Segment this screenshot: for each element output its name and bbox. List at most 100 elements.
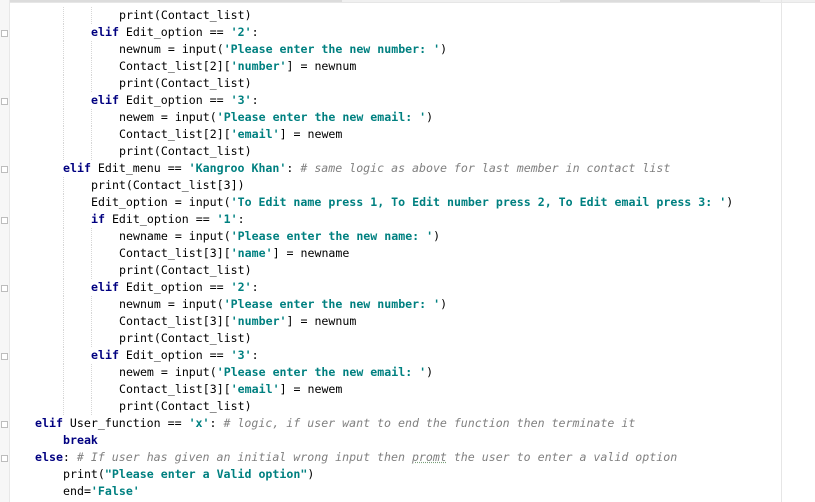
- code-line[interactable]: newnum = input('Please enter the new num…: [119, 296, 447, 313]
- code-line[interactable]: newem = input('Please enter the new emai…: [119, 364, 433, 381]
- indent-guide: [63, 262, 64, 279]
- code-text: Contact_list[2][: [119, 59, 231, 73]
- code-line[interactable]: elif Edit_menu == 'Kangroo Khan': # same…: [63, 160, 670, 177]
- code-text: print(Contact_list): [119, 144, 252, 158]
- code-line[interactable]: print(Contact_list): [119, 262, 252, 279]
- code-text: User_function ==: [62, 416, 189, 430]
- code-line[interactable]: Contact_list[3]['number'] = newnum: [119, 313, 356, 330]
- code-line[interactable]: newname = input('Please enter the new na…: [119, 228, 440, 245]
- code-line[interactable]: Contact_list[3]['name'] = newname: [119, 245, 349, 262]
- comment: # logic, if user want to end the functio…: [223, 416, 636, 430]
- indent-guide: [63, 330, 64, 347]
- keyword: elif: [63, 161, 91, 175]
- fold-marker-icon[interactable]: [1, 217, 8, 224]
- code-text: ): [426, 110, 434, 124]
- string-literal: 'To Edit name press 1, To Edit number pr…: [230, 195, 727, 209]
- indent-guide: [91, 228, 92, 245]
- comment: # If user has given an initial wrong inp…: [76, 450, 412, 464]
- indent-guide: [63, 126, 64, 143]
- code-text: print(Contact_list): [119, 331, 252, 345]
- fold-marker-icon[interactable]: [1, 353, 8, 360]
- code-text: print(Contact_list): [119, 8, 252, 22]
- string-literal: 'Please enter the new number: ': [223, 42, 441, 56]
- code-text: Edit_option ==: [118, 93, 231, 107]
- string-literal: '1': [216, 212, 238, 226]
- code-text: newnum = input(: [119, 42, 224, 56]
- indent-guide: [63, 194, 64, 211]
- fold-marker-icon[interactable]: [1, 98, 8, 105]
- code-line[interactable]: elif Edit_option == '3':: [91, 92, 259, 109]
- code-text: Edit_menu ==: [90, 161, 189, 175]
- code-line[interactable]: break: [63, 432, 98, 449]
- code-editor[interactable]: print(Contact_list) elif Edit_option == '…: [9, 0, 781, 502]
- code-text: newname = input(: [119, 229, 231, 243]
- code-line[interactable]: print(Contact_list): [119, 330, 252, 347]
- code-line[interactable]: print(Contact_list): [119, 75, 252, 92]
- indent-guide: [63, 381, 64, 398]
- code-line[interactable]: print(Contact_list): [119, 7, 252, 24]
- code-line[interactable]: Contact_list[2]['email'] = newem: [119, 126, 342, 143]
- fold-marker-icon[interactable]: [1, 30, 8, 37]
- code-line[interactable]: elif Edit_option == '2':: [91, 24, 259, 41]
- code-line[interactable]: elif Edit_option == '2':: [91, 279, 259, 296]
- code-text: :: [251, 93, 259, 107]
- code-text: Edit_option ==: [104, 212, 217, 226]
- code-line[interactable]: if Edit_option == '1':: [91, 211, 245, 228]
- code-line[interactable]: end='False': [63, 483, 140, 500]
- code-line[interactable]: Contact_list[3]['email'] = newem: [119, 381, 342, 398]
- fold-marker-icon[interactable]: [1, 166, 8, 173]
- indent-guide: [63, 364, 64, 381]
- code-text: :: [286, 161, 301, 175]
- string-literal: '3': [230, 93, 252, 107]
- fold-marker-icon[interactable]: [1, 421, 8, 428]
- code-line[interactable]: elif Edit_option == '3':: [91, 347, 259, 364]
- code-line[interactable]: print(Contact_list): [119, 143, 252, 160]
- code-line[interactable]: newem = input('Please enter the new emai…: [119, 109, 433, 126]
- code-line[interactable]: print(Contact_list[3]): [91, 177, 245, 194]
- string-literal: "Please enter a Valid option": [104, 467, 308, 481]
- code-line[interactable]: newnum = input('Please enter the new num…: [119, 41, 447, 58]
- indent-guide: [63, 245, 64, 262]
- code-text: ] = newnum: [286, 59, 357, 73]
- indent-guide: [91, 41, 92, 58]
- code-text: print(: [63, 467, 105, 481]
- fold-marker-icon[interactable]: [1, 285, 8, 292]
- code-text: Contact_list[3][: [119, 382, 231, 396]
- indent-guide: [63, 228, 64, 245]
- string-literal: 'email': [230, 127, 280, 141]
- code-text: :: [209, 416, 224, 430]
- code-text: newem = input(: [119, 365, 217, 379]
- code-text: newnum = input(: [119, 297, 224, 311]
- indent-guide: [63, 177, 64, 194]
- keyword: elif: [91, 93, 119, 107]
- string-literal: 'Please enter the new name: ': [230, 229, 434, 243]
- indent-guide: [63, 143, 64, 160]
- code-line[interactable]: print(Contact_list): [119, 398, 252, 415]
- fold-marker-icon[interactable]: [1, 455, 8, 462]
- indent-guide: [63, 58, 64, 75]
- comment: # same logic as above for last member in…: [300, 161, 671, 175]
- code-text: Contact_list[3][: [119, 246, 231, 260]
- comment: the user to enter a valid option: [446, 450, 678, 464]
- code-text: :: [251, 348, 259, 362]
- code-line[interactable]: Contact_list[2]['number'] = newnum: [119, 58, 356, 75]
- code-line[interactable]: else: # If user has given an initial wro…: [35, 449, 677, 466]
- indent-guide: [63, 398, 64, 415]
- indent-guide: [63, 211, 64, 228]
- code-line[interactable]: elif User_function == 'x': # logic, if u…: [35, 415, 635, 432]
- code-text: ): [726, 195, 734, 209]
- string-literal: 'Please enter the new email: ': [216, 110, 427, 124]
- code-text: ): [433, 229, 441, 243]
- code-line[interactable]: Edit_option = input('To Edit name press …: [91, 194, 733, 211]
- string-literal: 'name': [230, 246, 273, 260]
- comment-typo: promt: [411, 450, 447, 464]
- string-literal: 'number': [230, 314, 287, 328]
- code-text: print(Contact_list): [119, 76, 252, 90]
- string-literal: '3': [230, 348, 252, 362]
- code-line[interactable]: print("Please enter a Valid option"): [63, 466, 314, 483]
- keyword: if: [91, 212, 105, 226]
- indent-guide: [63, 296, 64, 313]
- indent-guide: [91, 245, 92, 262]
- code-text: ] = newem: [279, 382, 343, 396]
- code-text: print(Contact_list): [119, 263, 252, 277]
